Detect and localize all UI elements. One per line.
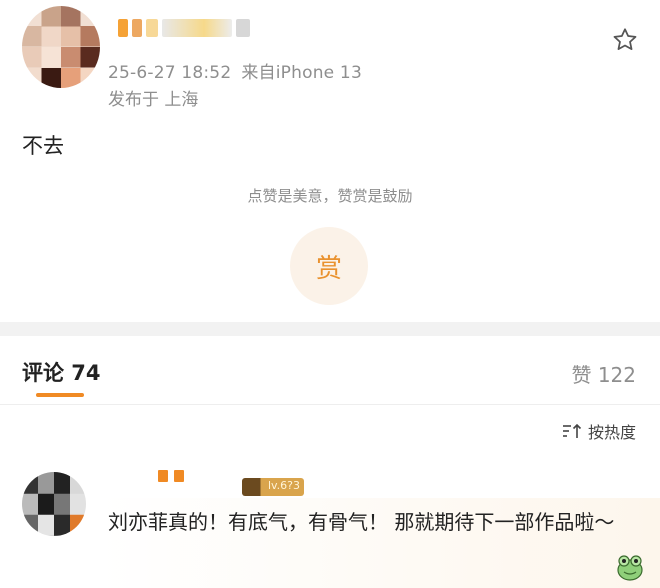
commenter-avatar[interactable] [22, 472, 86, 536]
reward-tip: 点赞是美意，赞赏是鼓励 [247, 187, 413, 205]
commenter-name-blurred[interactable] [158, 470, 184, 482]
author-name-blurred[interactable] [118, 16, 250, 40]
header-divider [0, 404, 660, 405]
author-avatar[interactable] [22, 6, 100, 88]
post-timestamp: 25-6-27 18:52 [108, 63, 232, 83]
blur-block [236, 19, 250, 37]
tab-likes[interactable]: 赞 122 [571, 359, 636, 388]
blur-block [132, 19, 142, 37]
commenter-badge-text: lv.6?3 [267, 479, 300, 492]
post-text: 不去 [22, 134, 64, 158]
frog-sticker-icon [617, 555, 643, 581]
reward-button[interactable]: 赏 [290, 227, 368, 305]
sort-icon [562, 423, 582, 438]
blur-block [146, 19, 158, 37]
post-location: 发布于 上海 [108, 90, 199, 110]
blur-block [158, 470, 168, 482]
section-divider [0, 322, 660, 336]
blur-block [162, 19, 232, 37]
comment-text: 刘亦菲真的！有底气，有骨气！ 那就期待下一部作品啦～ [108, 510, 615, 534]
blur-block [174, 470, 184, 482]
sort-toggle[interactable]: 按热度 [562, 419, 636, 443]
reward-button-label: 赏 [315, 253, 342, 284]
post-meta: 25-6-27 18:52 来自iPhone 13 [108, 58, 362, 83]
star-outline-icon[interactable] [611, 26, 639, 54]
sort-label: 按热度 [587, 423, 636, 442]
post-source: 来自iPhone 13 [241, 63, 362, 83]
tab-active-indicator [36, 393, 84, 397]
blur-block [118, 19, 128, 37]
tab-comments[interactable]: 评论 74 [22, 357, 101, 387]
commenter-badge: lv.6?3 [242, 478, 304, 496]
